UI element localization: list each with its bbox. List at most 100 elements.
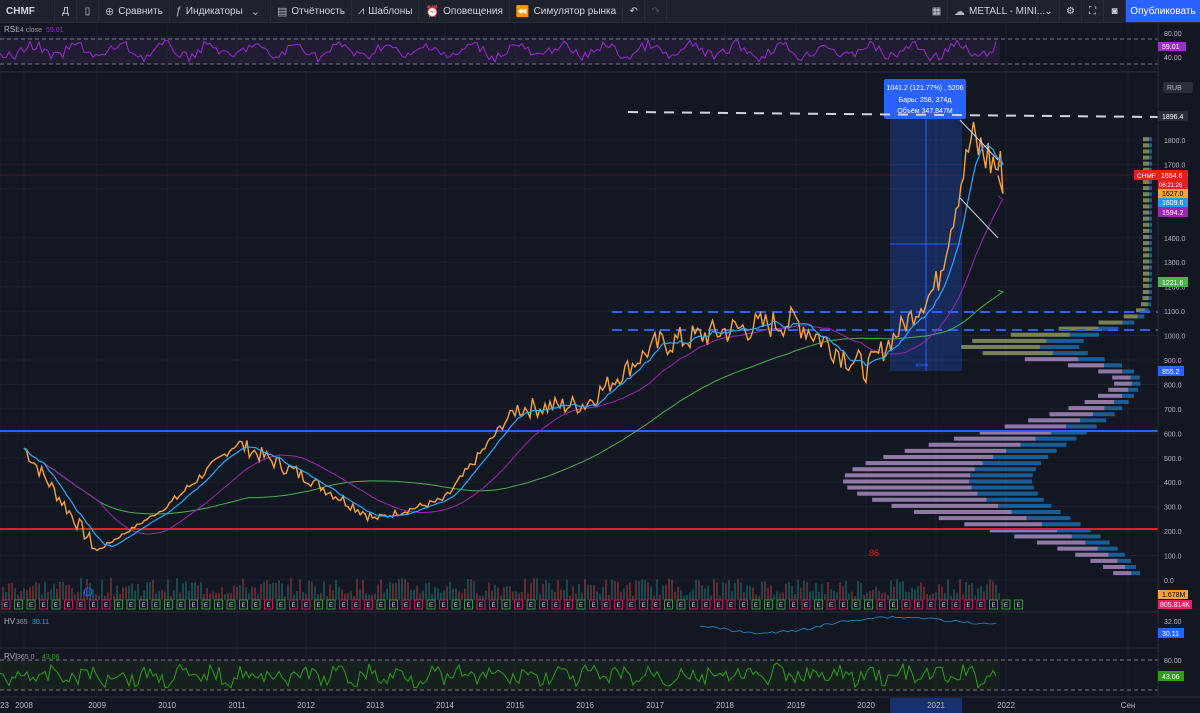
volume-bar [890, 580, 892, 600]
fullscreen-button[interactable]: ⛶ [1082, 0, 1104, 22]
volume-bar [179, 592, 181, 600]
settings-button[interactable]: ⚙ [1060, 0, 1082, 22]
volume-bar [752, 587, 754, 600]
volume-bar [278, 580, 280, 600]
volume-bar [35, 581, 37, 600]
volume-bar [671, 579, 673, 600]
volume-bar [590, 585, 592, 600]
chevron-down-button[interactable]: ⌄ [1038, 0, 1060, 22]
templates-label: Шаблоны [368, 5, 413, 17]
earnings-marker: E [441, 603, 445, 609]
volume-bar [254, 587, 256, 600]
volume-bar [575, 593, 577, 600]
volume-profile-bar [904, 448, 1007, 453]
volume-bar [878, 590, 880, 600]
volume-bar [413, 589, 415, 600]
undo-button[interactable]: ↶ [623, 0, 646, 22]
templates-button[interactable]: ⩘ Шаблоны [352, 0, 420, 22]
volume-profile-bar [1143, 228, 1149, 233]
currency-label: RUB [1167, 85, 1182, 92]
range-tooltip: 1041.2 (121.77%) , 5206 Бары: 258, 374д … [884, 79, 966, 119]
earnings-marker: E [516, 603, 520, 609]
volume-bar [800, 587, 802, 600]
volume-profile-bar [1098, 393, 1123, 398]
indicators-button[interactable]: ƒ Индикаторы ⌄ [170, 0, 271, 22]
volume-bar [95, 594, 97, 600]
volume-bar [485, 590, 487, 600]
time-axis[interactable] [0, 697, 1200, 713]
volume-profile-bar [1142, 241, 1149, 246]
volume-bar [713, 579, 715, 600]
volume-bar [458, 591, 460, 600]
reports-button[interactable]: ▤ Отчётность [271, 0, 352, 22]
volume-profile-bar [1010, 332, 1070, 337]
volume-bar [614, 581, 616, 600]
watchlist-button[interactable]: ☁ METALL - MINI... [948, 0, 1045, 22]
volume-bar [134, 590, 136, 600]
volume-bar [779, 593, 781, 600]
volume-profile-bar [883, 455, 994, 459]
compare-button[interactable]: ⊕ Сравнить [99, 0, 170, 22]
volume-bar [116, 585, 118, 600]
volume-bar [917, 585, 919, 600]
price-scale-tick: 0.0 [1164, 578, 1174, 585]
volume-bar [899, 582, 901, 600]
volume-bar [29, 587, 31, 600]
volume-profile-bar [1142, 253, 1149, 258]
symbol-search-button[interactable]: CHMF [0, 0, 55, 22]
time-axis-tick: 2014 [436, 701, 454, 710]
volume-bar [152, 579, 154, 600]
volume-bar [404, 579, 406, 600]
volume-bar [953, 589, 955, 600]
interval-button[interactable]: Д [55, 0, 77, 22]
earnings-marker: E [629, 603, 633, 609]
rvi-label: RVI [4, 652, 17, 661]
fullscreen-icon: ⛶ [1089, 5, 1096, 17]
volume-profile-bar [954, 436, 1036, 441]
chevron-down-icon: ⌄ [1044, 5, 1053, 17]
volume-bar [314, 586, 316, 600]
ma-green-tag-text: 1221.6 [1162, 280, 1184, 287]
earnings-marker: E [191, 603, 195, 609]
volume-bar [602, 587, 604, 600]
volume-profile-bar [1057, 546, 1098, 551]
volume-bar [350, 591, 352, 600]
grid-layout-icon: ▦ [931, 5, 942, 17]
volume-profile-bar [1143, 204, 1149, 209]
volume-bar [728, 580, 730, 600]
earnings-marker: E [329, 603, 333, 609]
volume-bar [911, 587, 913, 600]
volume-bar [551, 589, 553, 600]
volume-bar [995, 584, 997, 600]
earnings-marker: E [979, 603, 983, 609]
volume-bar [17, 594, 19, 600]
volume-bar [935, 592, 937, 600]
volume-bar [722, 582, 724, 600]
volume-bar [674, 592, 676, 600]
alerts-button[interactable]: ⏰ Оповещения [419, 0, 510, 22]
chart-type-button[interactable]: ▯ [77, 0, 99, 22]
volume-profile-bar [1112, 375, 1131, 380]
volume-bar [974, 595, 976, 600]
report-icon: ▤ [276, 5, 288, 18]
earnings-marker: E [929, 603, 933, 609]
redo-button[interactable]: ↷ [645, 0, 668, 22]
volume-bar [764, 581, 766, 600]
volume-bar [827, 582, 829, 600]
publish-button[interactable]: Опубликовать [1126, 0, 1200, 22]
ma-blue-tag-text: 1609.6 [1162, 200, 1184, 207]
layout-button[interactable]: ▦ [926, 0, 948, 22]
volume-bar [866, 592, 868, 600]
volume-bar [155, 592, 157, 600]
volume-bar [383, 592, 385, 600]
volume-bar [869, 590, 871, 600]
earnings-marker: E [354, 603, 358, 609]
top-toolbar: CHMF Д ▯ ⊕ Сравнить ƒ Индикаторы ⌄ ▤ Отчётно… [0, 0, 1200, 23]
volume-bar [416, 585, 418, 600]
replay-button[interactable]: ⏪ Симулятор рынка [510, 0, 624, 22]
chart-area[interactable]: RSI 14 close 59.01 1041.2 (121.77%) , 52… [0, 23, 1200, 713]
volume-profile-bar [1113, 571, 1132, 576]
volume-bar [791, 585, 793, 600]
price-scale-tick: 800.0 [1164, 382, 1182, 389]
snapshot-button[interactable]: ◙ [1104, 0, 1126, 22]
